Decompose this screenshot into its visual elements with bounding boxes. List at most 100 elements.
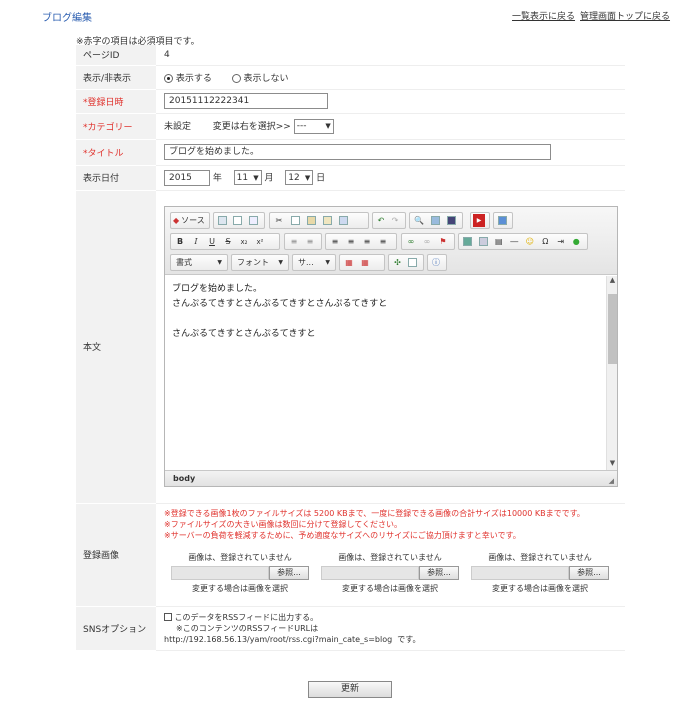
new-page-icon[interactable] xyxy=(231,214,244,227)
editor-toolbar: ◆ ソース ✂ ↶ ↷ 🔍 ▶ B I U S x₂ x² ≡ ≡ ≡ ≡ ≡ … xyxy=(165,207,617,275)
back-to-list-link[interactable]: 一覧表示に戻る xyxy=(512,9,575,22)
bulleted-list-icon[interactable]: ≡ xyxy=(303,235,317,248)
browse-button[interactable]: 参照... xyxy=(569,565,609,580)
month-select[interactable]: 11 ▼ xyxy=(233,170,262,185)
link-icon[interactable]: ∞ xyxy=(404,235,418,248)
rss-checkbox[interactable] xyxy=(164,613,172,621)
visibility-hide-radio[interactable] xyxy=(231,73,241,83)
show-blocks-icon[interactable] xyxy=(406,256,419,269)
image-resize-note: ※サーバーの負荷を軽減するために、予め適度なサイズへのリサイズにご協力頂けますと… xyxy=(164,530,521,540)
image-dialog-icon[interactable] xyxy=(496,214,508,227)
rss-url: http://192.168.56.13/yam/root/rss.cgi?ma… xyxy=(164,634,393,644)
font-combo[interactable]: フォント ▼ xyxy=(231,254,289,271)
horizontal-rule-icon[interactable]: ― xyxy=(508,235,522,248)
image-slot-1: 画像は、登録されていません 参照... 変更する場合は画像を選択 xyxy=(171,552,309,594)
element-path[interactable]: body xyxy=(173,474,195,483)
source-button[interactable]: ◆ ソース xyxy=(170,212,210,229)
find-icon[interactable]: 🔍 xyxy=(412,214,426,227)
title-input[interactable]: ブログを始めました。 xyxy=(164,144,551,160)
image-caption: 変更する場合は画像を選択 xyxy=(192,583,288,593)
bg-color-icon[interactable]: ▦ xyxy=(358,256,372,269)
scroll-thumb[interactable] xyxy=(608,294,617,364)
image-slot-3: 画像は、登録されていません 参照... 変更する場合は画像を選択 xyxy=(471,552,609,594)
blog-edit-form: ページID 4 表示/非表示 表示する 表示しない *登録日時 20151112… xyxy=(76,45,625,651)
numbered-list-icon[interactable]: ≡ xyxy=(287,235,301,248)
year-input[interactable]: 2015 xyxy=(164,169,210,186)
month-unit: 月 xyxy=(264,173,274,183)
table-icon[interactable]: ▤ xyxy=(492,235,506,248)
image-caption: 変更する場合は画像を選択 xyxy=(492,583,588,593)
chevron-down-icon: ▼ xyxy=(253,173,259,182)
file-path-field[interactable] xyxy=(471,565,569,580)
paste-icon[interactable] xyxy=(304,214,318,227)
chevron-down-icon: ▼ xyxy=(278,259,283,266)
page-break-icon[interactable]: ⇥ xyxy=(554,235,568,248)
editor-scrollbar[interactable]: ▲ ▼ xyxy=(606,276,617,471)
anchor-icon[interactable]: ⚑ xyxy=(436,235,450,248)
italic-icon[interactable]: I xyxy=(189,235,203,248)
redo-icon[interactable]: ↷ xyxy=(389,214,401,227)
category-select[interactable]: --- ▼ xyxy=(293,118,334,134)
undo-icon[interactable]: ↶ xyxy=(375,214,387,227)
image-split-note: ※ファイルサイズの大きい画像は数回に分けて登録してください。 xyxy=(164,519,402,529)
page-id-label: ページID xyxy=(76,45,156,66)
sns-label: SNSオプション xyxy=(76,606,156,651)
align-left-icon[interactable]: ≡ xyxy=(328,235,342,248)
maximize-icon[interactable]: ✣ xyxy=(391,256,404,269)
preview-icon[interactable] xyxy=(247,214,260,227)
underline-icon[interactable]: U xyxy=(205,235,219,248)
image-icon[interactable] xyxy=(461,235,475,248)
subscript-icon[interactable]: x₂ xyxy=(237,235,251,248)
replace-icon[interactable] xyxy=(428,214,442,227)
image-slot-2: 画像は、登録されていません 参照... 変更する場合は画像を選択 xyxy=(321,552,459,594)
update-button[interactable]: 更新 xyxy=(308,681,392,698)
rich-text-editor: ◆ ソース ✂ ↶ ↷ 🔍 ▶ B I U S x₂ x² ≡ ≡ ≡ ≡ ≡ … xyxy=(164,206,618,487)
format-combo[interactable]: 書式 ▼ xyxy=(170,254,228,271)
scroll-up-icon[interactable]: ▲ xyxy=(607,276,618,288)
strike-icon[interactable]: S xyxy=(221,235,235,248)
file-path-field[interactable] xyxy=(171,565,269,580)
select-all-icon[interactable] xyxy=(444,214,458,227)
file-path-field[interactable] xyxy=(321,565,419,580)
browse-button[interactable]: 参照... xyxy=(269,565,309,580)
save-icon[interactable] xyxy=(216,214,229,227)
paste-text-icon[interactable] xyxy=(320,214,334,227)
resize-handle-icon[interactable]: ◢ xyxy=(609,477,614,485)
paste-word-icon[interactable] xyxy=(336,214,350,227)
text-color-icon[interactable]: ▦ xyxy=(342,256,356,269)
year-unit: 年 xyxy=(212,173,222,183)
editor-content[interactable]: ブログを始めました。 さんぷるてきすとさんぷるてきすとさんぷるてきすと さんぷる… xyxy=(165,276,606,471)
youtube-icon[interactable]: ▶ xyxy=(473,214,485,227)
browse-button[interactable]: 参照... xyxy=(419,565,459,580)
special-char-icon[interactable]: Ω xyxy=(539,235,553,248)
bold-icon[interactable]: B xyxy=(173,235,187,248)
chevron-down-icon: ▼ xyxy=(304,173,311,182)
title-label: *タイトル xyxy=(76,139,156,166)
day-select[interactable]: 12 ▼ xyxy=(285,170,314,185)
rss-note: ※このコンテンツのRSSフィードURLは xyxy=(176,623,319,633)
size-combo[interactable]: サ... ▼ xyxy=(292,254,336,271)
about-icon[interactable]: ⓘ xyxy=(430,256,442,269)
visibility-hide-label: 表示しない xyxy=(243,73,289,84)
chevron-down-icon: ▼ xyxy=(325,259,330,266)
registered-datetime-input[interactable]: 20151112222341 xyxy=(164,93,328,109)
content-line: さんぷるてきすとさんぷるてきすと xyxy=(172,329,316,339)
visibility-show-label: 表示する xyxy=(175,73,212,84)
smiley-icon[interactable]: ☺ xyxy=(523,235,537,248)
superscript-icon[interactable]: x² xyxy=(253,235,267,248)
back-to-admin-top-link[interactable]: 管理画面トップに戻る xyxy=(580,9,670,22)
visibility-show-radio[interactable] xyxy=(164,73,173,83)
iframe-icon[interactable]: ● xyxy=(570,235,584,248)
copy-icon[interactable] xyxy=(288,214,302,227)
flash-icon[interactable] xyxy=(477,235,491,248)
unlink-icon[interactable]: ∞ xyxy=(420,235,434,248)
align-center-icon[interactable]: ≡ xyxy=(344,235,358,248)
category-label: *カテゴリー xyxy=(76,113,156,140)
rss-checkbox-label: このデータをRSSフィードに出力する。 xyxy=(174,612,319,622)
cut-icon[interactable]: ✂ xyxy=(272,214,286,227)
image-status: 画像は、登録されていません xyxy=(488,552,592,562)
category-hint: 変更は右を選択>> xyxy=(212,121,291,132)
content-line: さんぷるてきすとさんぷるてきすとさんぷるてきすと xyxy=(172,299,388,309)
align-justify-icon[interactable]: ≡ xyxy=(376,235,390,248)
align-right-icon[interactable]: ≡ xyxy=(360,235,374,248)
